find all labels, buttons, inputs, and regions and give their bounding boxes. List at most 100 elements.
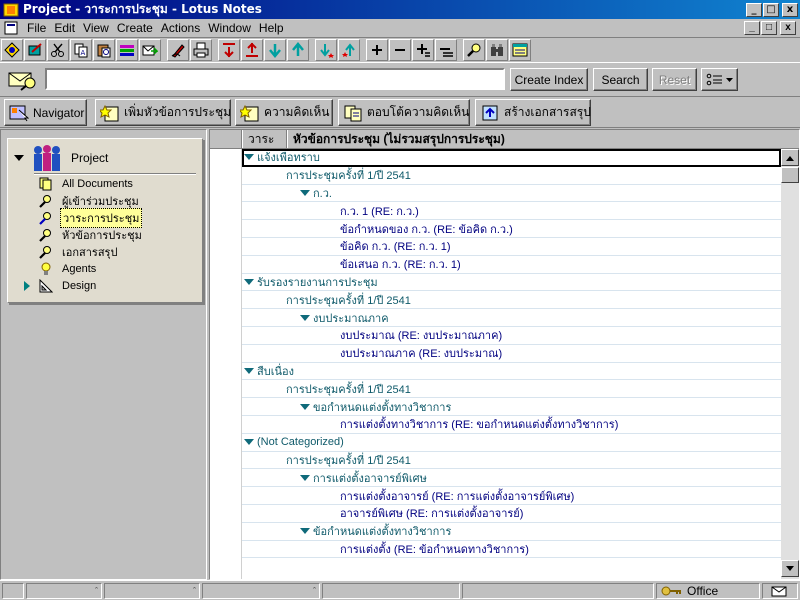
document-row[interactable]: การแต่งตั้งอาจารย์ (RE: การแต่งตั้งอาจาร… bbox=[242, 487, 781, 505]
cut-icon[interactable] bbox=[47, 39, 69, 61]
expand-twistie-icon[interactable] bbox=[244, 368, 254, 374]
next-main-icon[interactable] bbox=[287, 39, 309, 61]
signature-icon[interactable] bbox=[167, 39, 189, 61]
expand-twistie-icon[interactable] bbox=[300, 474, 310, 481]
column-header-topic[interactable]: หัวข้อการประชุม (ไม่รวมสรุปการประชุม) bbox=[287, 130, 799, 148]
document-row[interactable]: การแต่งตั้ง (RE: ข้อกำหนดทางวิชาการ) bbox=[242, 541, 781, 559]
paste-icon[interactable] bbox=[93, 39, 115, 61]
expand-twistie-icon[interactable] bbox=[300, 528, 310, 535]
search-icon[interactable] bbox=[463, 39, 485, 61]
expand-twistie-icon[interactable] bbox=[244, 279, 254, 285]
view-icon[interactable] bbox=[509, 39, 531, 61]
category-row[interactable]: ก.ว. bbox=[242, 185, 781, 203]
status-cell-1[interactable] bbox=[2, 583, 24, 599]
summary-action-button[interactable]: สร้างเอกสารสรุป bbox=[475, 99, 591, 126]
document-row[interactable]: ข้อกำหนดของ ก.ว. (RE: ข้อคิด ก.ว.) bbox=[242, 220, 781, 238]
menu-view[interactable]: View bbox=[79, 21, 113, 35]
nav-item-summary-docs[interactable]: เอกสารสรุป bbox=[38, 244, 119, 260]
nav-item-all-documents[interactable]: All Documents bbox=[38, 176, 135, 192]
nav-item-meeting-topics[interactable]: หัวข้อการประชุม bbox=[38, 227, 144, 243]
comment-action-button[interactable]: ความคิดเห็น bbox=[235, 99, 333, 126]
navigator-action-button[interactable]: Navigator bbox=[4, 99, 87, 126]
menu-edit[interactable]: Edit bbox=[50, 21, 79, 35]
document-row[interactable]: อาจารย์พิเศษ (RE: การแต่งตั้งอาจารย์) bbox=[242, 505, 781, 523]
forward-icon[interactable] bbox=[139, 39, 161, 61]
minimize-button[interactable]: _ bbox=[746, 2, 762, 17]
search-options-button[interactable] bbox=[701, 68, 738, 91]
status-cell-4[interactable]: ˆ bbox=[202, 583, 320, 599]
nav-item-design[interactable]: Design bbox=[22, 278, 98, 294]
next-unread-icon[interactable] bbox=[338, 39, 360, 61]
category-row[interactable]: รับรองรายงานการประชุม bbox=[242, 274, 781, 292]
menu-help[interactable]: Help bbox=[255, 21, 288, 35]
search-bar-toggle-icon[interactable] bbox=[4, 67, 42, 93]
category-row[interactable]: แจ้งเพื่อทราบ bbox=[242, 149, 781, 167]
expand-icon[interactable] bbox=[366, 39, 388, 61]
category-row[interactable]: งบประมาณภาค bbox=[242, 309, 781, 327]
project-row[interactable]: Project bbox=[13, 143, 108, 173]
nav-item-participants[interactable]: ผู้เข้าร่วมประชุม bbox=[38, 193, 141, 209]
previous-unread-icon[interactable] bbox=[315, 39, 337, 61]
create-index-button[interactable]: Create Index bbox=[510, 68, 588, 91]
previous-main-icon[interactable] bbox=[264, 39, 286, 61]
collapse-all-icon[interactable] bbox=[435, 39, 457, 61]
mail-status[interactable] bbox=[762, 583, 798, 599]
menu-file[interactable]: File bbox=[23, 21, 50, 35]
status-cell-3[interactable]: ˆ bbox=[104, 583, 200, 599]
previous-document-icon[interactable] bbox=[218, 39, 240, 61]
scroll-down-button[interactable] bbox=[781, 560, 799, 577]
location-selector[interactable]: Office bbox=[656, 583, 760, 599]
category-row[interactable]: การแต่งตั้งอาจารย์พิเศษ bbox=[242, 469, 781, 488]
document-row[interactable]: งบประมาณ (RE: งบประมาณภาค) bbox=[242, 327, 781, 345]
category-row[interactable]: การประชุมครั้งที่ 1/ปี 2541 bbox=[242, 380, 781, 399]
reply-action-button[interactable]: ตอบโต้ความคิดเห็น bbox=[338, 99, 470, 126]
menu-actions[interactable]: Actions bbox=[157, 21, 204, 35]
document-row[interactable]: ก.ว. 1 (RE: ก.ว.) bbox=[242, 202, 781, 221]
child-minimize-button[interactable]: _ bbox=[744, 21, 760, 35]
nav-item-agents[interactable]: Agents bbox=[38, 261, 98, 277]
copy-icon[interactable]: A bbox=[70, 39, 92, 61]
category-row[interactable]: การประชุมครั้งที่ 1/ปี 2541 bbox=[242, 291, 781, 310]
collapse-triangle-icon[interactable] bbox=[13, 153, 25, 163]
search-input[interactable] bbox=[45, 68, 505, 90]
title-bar[interactable]: Project - วาระการประชุม - Lotus Notes _ … bbox=[0, 0, 800, 19]
category-row[interactable]: การประชุมครั้งที่ 1/ปี 2541 bbox=[242, 452, 781, 470]
expand-twistie-icon[interactable] bbox=[244, 439, 254, 446]
category-row[interactable]: การประชุมครั้งที่ 1/ปี 2541 bbox=[242, 167, 781, 185]
column-header-agenda[interactable]: วาระ bbox=[242, 130, 287, 148]
selection-margin[interactable] bbox=[210, 149, 242, 579]
menu-create[interactable]: Create bbox=[113, 21, 157, 35]
next-document-icon[interactable] bbox=[241, 39, 263, 61]
category-row[interactable]: สืบเนื่อง bbox=[242, 363, 781, 381]
search-button[interactable]: Search bbox=[593, 68, 648, 91]
scroll-up-button[interactable] bbox=[781, 149, 799, 166]
document-window-icon[interactable] bbox=[3, 21, 19, 35]
collapse-icon[interactable] bbox=[389, 39, 411, 61]
expand-twistie-icon[interactable] bbox=[300, 403, 310, 410]
vertical-scrollbar[interactable] bbox=[781, 149, 799, 579]
category-row[interactable]: ขอกำหนดแต่งตั้งทางวิชาการ bbox=[242, 398, 781, 416]
status-cell-2[interactable]: ˆ bbox=[26, 583, 102, 599]
document-row[interactable]: ข้อเสนอ ก.ว. (RE: ก.ว. 1) bbox=[242, 256, 781, 274]
binoculars-icon[interactable] bbox=[486, 39, 508, 61]
document-row[interactable]: การแต่งตั้งทางวิชาการ (RE: ขอกำหนดแต่งตั… bbox=[242, 416, 781, 434]
document-row[interactable]: งบประมาณภาค (RE: งบประมาณ) bbox=[242, 345, 781, 363]
restore-button[interactable]: □ bbox=[763, 2, 779, 17]
reset-button[interactable]: Reset bbox=[652, 68, 697, 91]
expand-twistie-icon[interactable] bbox=[300, 314, 310, 321]
categorize-icon[interactable] bbox=[116, 39, 138, 61]
child-restore-button[interactable]: □ bbox=[761, 21, 777, 35]
edit-document-icon[interactable] bbox=[24, 39, 46, 61]
menu-window[interactable]: Window bbox=[204, 21, 255, 35]
expand-triangle-icon[interactable] bbox=[22, 280, 32, 292]
close-button[interactable]: x bbox=[782, 2, 798, 17]
expand-twistie-icon[interactable] bbox=[244, 154, 254, 161]
scroll-thumb[interactable] bbox=[781, 167, 799, 183]
category-row[interactable]: (Not Categorized) bbox=[242, 434, 781, 452]
print-icon[interactable] bbox=[190, 39, 212, 61]
new-topic-action-button[interactable]: เพิ่มหัวข้อการประชุม bbox=[95, 99, 231, 126]
document-row[interactable]: ข้อคิด ก.ว. (RE: ก.ว. 1) bbox=[242, 238, 781, 256]
expand-all-icon[interactable] bbox=[412, 39, 434, 61]
category-row[interactable]: ข้อกำหนดแต่งตั้งทางวิชาการ bbox=[242, 523, 781, 541]
nav-item-agenda[interactable]: วาระการประชุม bbox=[38, 208, 143, 228]
